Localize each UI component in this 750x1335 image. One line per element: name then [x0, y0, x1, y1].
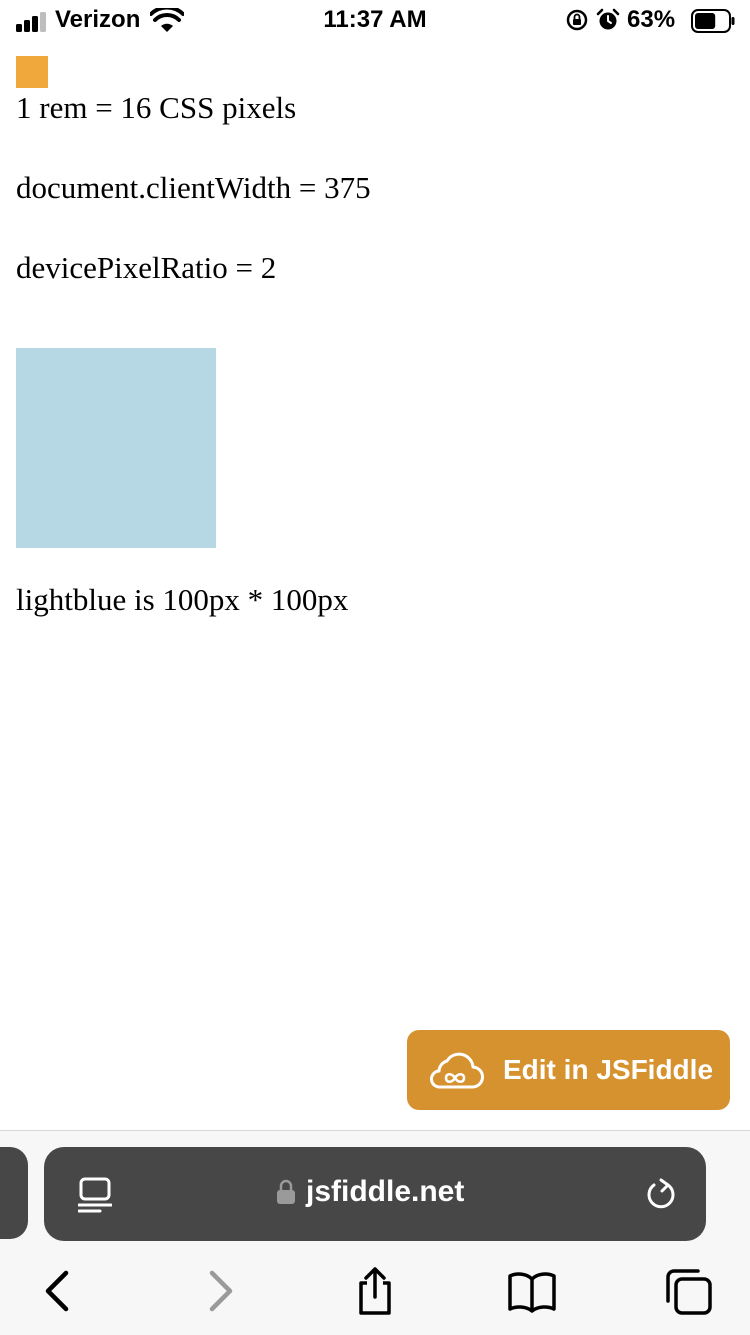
client-width-text: document.clientWidth = 375	[16, 170, 371, 205]
alarm-icon	[596, 8, 620, 30]
share-icon[interactable]	[351, 1267, 399, 1315]
status-bar: Verizon 11:37 AM 63%	[0, 0, 750, 44]
safari-toolbar	[0, 1259, 750, 1323]
lightblue-box	[16, 348, 216, 548]
url-text: jsfiddle.net	[306, 1175, 465, 1208]
back-icon[interactable]	[34, 1267, 82, 1315]
battery-icon	[691, 9, 735, 33]
safari-bottom-bar: jsfiddle.net	[0, 1130, 750, 1335]
battery-percent: 63%	[627, 6, 676, 33]
bookmarks-icon[interactable]	[508, 1267, 556, 1315]
lightblue-size-text: lightblue is 100px * 100px	[16, 582, 349, 617]
edit-in-jsfiddle-label: Edit in JSFiddle	[503, 1054, 714, 1085]
reload-icon[interactable]	[644, 1177, 678, 1211]
device-pixel-ratio-text: devicePixelRatio = 2	[16, 250, 277, 285]
reader-mode-icon[interactable]	[78, 1177, 112, 1213]
padlock-icon	[277, 1179, 295, 1204]
edit-in-jsfiddle-button[interactable]: Edit in JSFiddle	[407, 1030, 730, 1110]
cloud-infinity-icon	[430, 1052, 484, 1089]
address-bar[interactable]: jsfiddle.net	[44, 1147, 706, 1241]
orange-rem-square	[16, 56, 48, 88]
rem-info-text: 1 rem = 16 CSS pixels	[16, 90, 297, 125]
orientation-lock-icon	[566, 9, 588, 31]
previous-tab-preview[interactable]	[0, 1147, 28, 1239]
forward-icon[interactable]	[196, 1267, 244, 1315]
tabs-icon[interactable]	[664, 1267, 712, 1315]
